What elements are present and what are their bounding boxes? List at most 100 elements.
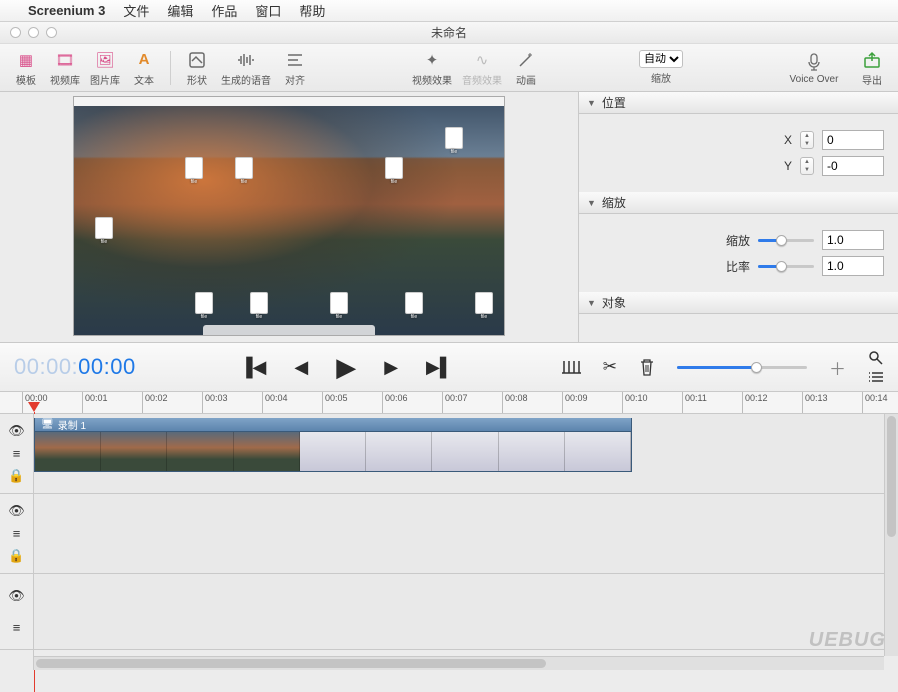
ruler-tick: 00:11 — [682, 392, 707, 413]
shape-button[interactable]: 形状 — [179, 47, 215, 89]
x-input[interactable] — [822, 130, 884, 150]
go-to-start-button[interactable]: ▐◀ — [240, 357, 267, 378]
visibility-toggle-icon[interactable]: 👁 — [8, 503, 25, 519]
search-button[interactable] — [868, 350, 884, 366]
toolbar-separator — [170, 51, 171, 85]
ratio-input[interactable] — [822, 256, 884, 276]
timecode-display: 00:00:00:00 — [14, 354, 136, 380]
y-input[interactable] — [822, 156, 884, 176]
inspector-scale-header[interactable]: ▼ 缩放 — [579, 192, 898, 214]
y-stepper[interactable]: ▲▼ — [800, 157, 814, 175]
animation-button[interactable]: 动画 — [508, 47, 544, 89]
step-back-button[interactable]: ◀ — [294, 357, 308, 378]
play-button[interactable]: ▶ — [336, 352, 356, 383]
menu-window[interactable]: 窗口 — [255, 1, 281, 20]
image-library-label: 图片库 — [90, 72, 120, 87]
film-icon: 🎞 — [54, 49, 76, 71]
animation-label: 动画 — [516, 72, 536, 87]
watermark: UEBUG — [809, 629, 886, 652]
scale-slider[interactable] — [758, 233, 814, 247]
generated-voice-button[interactable]: 生成的语音 — [217, 47, 275, 89]
visibility-toggle-icon[interactable]: 👁 — [8, 588, 25, 604]
templates-button[interactable]: ▦ 模板 — [8, 47, 44, 89]
menu-edit[interactable]: 编辑 — [167, 1, 193, 20]
inspector-panel: ▼ 位置 X ▲▼ Y ▲▼ ▼ 缩放 缩放 — [578, 92, 898, 342]
go-to-end-button[interactable]: ▶▌ — [426, 357, 453, 378]
preview-canvas[interactable]: file file file file file file file file … — [73, 96, 505, 336]
menu-help[interactable]: 帮助 — [299, 1, 325, 20]
track-lines-icon[interactable]: ≡ — [13, 446, 21, 461]
timecode-prefix: 00:00: — [14, 354, 78, 379]
export-icon — [861, 49, 883, 71]
step-forward-button[interactable]: ▶ — [384, 357, 398, 378]
timeline-zoom-slider[interactable] — [677, 360, 807, 374]
templates-icon: ▦ — [15, 49, 37, 71]
list-view-button[interactable] — [868, 372, 884, 384]
inspector-position-title: 位置 — [602, 94, 626, 111]
menu-file[interactable]: 文件 — [123, 1, 149, 20]
minimize-window-button[interactable] — [28, 27, 39, 38]
ratio-label: 比率 — [726, 258, 750, 275]
text-button[interactable]: A 文本 — [126, 47, 162, 89]
menu-works[interactable]: 作品 — [211, 1, 237, 20]
video-clip[interactable]: 🖥 录制 1 — [34, 418, 632, 472]
disclosure-triangle-icon: ▼ — [587, 298, 596, 308]
clip-thumbnails — [35, 432, 631, 471]
visibility-toggle-icon[interactable]: 👁 — [8, 423, 25, 439]
text-label: 文本 — [134, 72, 154, 87]
playback-controls: ▐◀ ◀ ▶ ▶ ▶▌ — [240, 352, 453, 383]
voice-over-button[interactable]: Voice Over — [778, 49, 850, 87]
disclosure-triangle-icon: ▼ — [587, 198, 596, 208]
tracks-area[interactable]: 🖥 录制 1 — [34, 414, 898, 670]
video-library-button[interactable]: 🎞 视频库 — [46, 47, 84, 89]
timeline-track[interactable] — [34, 494, 898, 574]
shape-label: 形状 — [187, 72, 207, 87]
timeline-ruler[interactable]: 00:00 00:01 00:02 00:03 00:04 00:05 00:0… — [0, 392, 898, 414]
align-button[interactable]: 对齐 — [277, 47, 313, 89]
cut-button[interactable]: ✂ — [603, 357, 617, 377]
close-window-button[interactable] — [10, 27, 21, 38]
zoom-in-button[interactable]: ＋ — [829, 355, 846, 380]
markers-button[interactable] — [561, 358, 581, 376]
lock-toggle-icon[interactable]: 🔒 — [8, 548, 24, 564]
clip-titlebar: 🖥 录制 1 — [35, 418, 631, 432]
inspector-position-header[interactable]: ▼ 位置 — [579, 92, 898, 114]
track-header: 👁 ≡ 🔒 — [0, 494, 33, 574]
preview-pane: file file file file file file file file … — [0, 92, 578, 342]
inspector-object-header[interactable]: ▼ 对象 — [579, 292, 898, 314]
ruler-tick: 00:07 — [442, 392, 468, 413]
ruler-tick: 00:05 — [322, 392, 348, 413]
playhead-icon[interactable] — [28, 402, 40, 412]
lock-toggle-icon[interactable]: 🔒 — [8, 468, 24, 484]
x-stepper[interactable]: ▲▼ — [800, 131, 814, 149]
transport-bar: 00:00:00:00 ▐◀ ◀ ▶ ▶ ▶▌ ✂ ＋ — [0, 342, 898, 392]
ruler-tick: 00:14 — [862, 392, 888, 413]
track-lines-icon[interactable]: ≡ — [13, 620, 21, 635]
timeline: 👁 ≡ 🔒 👁 ≡ 🔒 👁 ≡ 🖥 录制 1 — [0, 414, 898, 670]
app-name[interactable]: Screenium 3 — [28, 3, 105, 18]
export-label: 导出 — [862, 72, 882, 87]
zoom-select[interactable]: 自动 — [639, 50, 683, 68]
export-button[interactable]: 导出 — [854, 47, 890, 89]
vertical-scrollbar[interactable] — [884, 414, 898, 656]
delete-button[interactable] — [639, 357, 655, 377]
disclosure-triangle-icon: ▼ — [587, 98, 596, 108]
audio-effects-button[interactable]: ∿ 音频效果 — [458, 47, 506, 89]
timeline-track[interactable]: 🖥 录制 1 — [34, 414, 898, 494]
clip-label: 录制 1 — [58, 417, 86, 432]
inspector-scale-title: 缩放 — [602, 194, 626, 211]
y-label: Y — [784, 159, 792, 173]
zoom-window-button[interactable] — [46, 27, 57, 38]
timeline-track[interactable] — [34, 574, 898, 650]
track-lines-icon[interactable]: ≡ — [13, 526, 21, 541]
scale-input[interactable] — [822, 230, 884, 250]
ruler-tick: 00:12 — [742, 392, 768, 413]
horizontal-scrollbar[interactable] — [34, 656, 884, 670]
waveform-icon — [235, 49, 257, 71]
ratio-slider[interactable] — [758, 259, 814, 273]
microphone-icon — [803, 51, 825, 73]
video-effects-button[interactable]: ✦ 视频效果 — [408, 47, 456, 89]
shape-icon — [186, 49, 208, 71]
align-label: 对齐 — [285, 72, 305, 87]
image-library-button[interactable]: 🖼 图片库 — [86, 47, 124, 89]
